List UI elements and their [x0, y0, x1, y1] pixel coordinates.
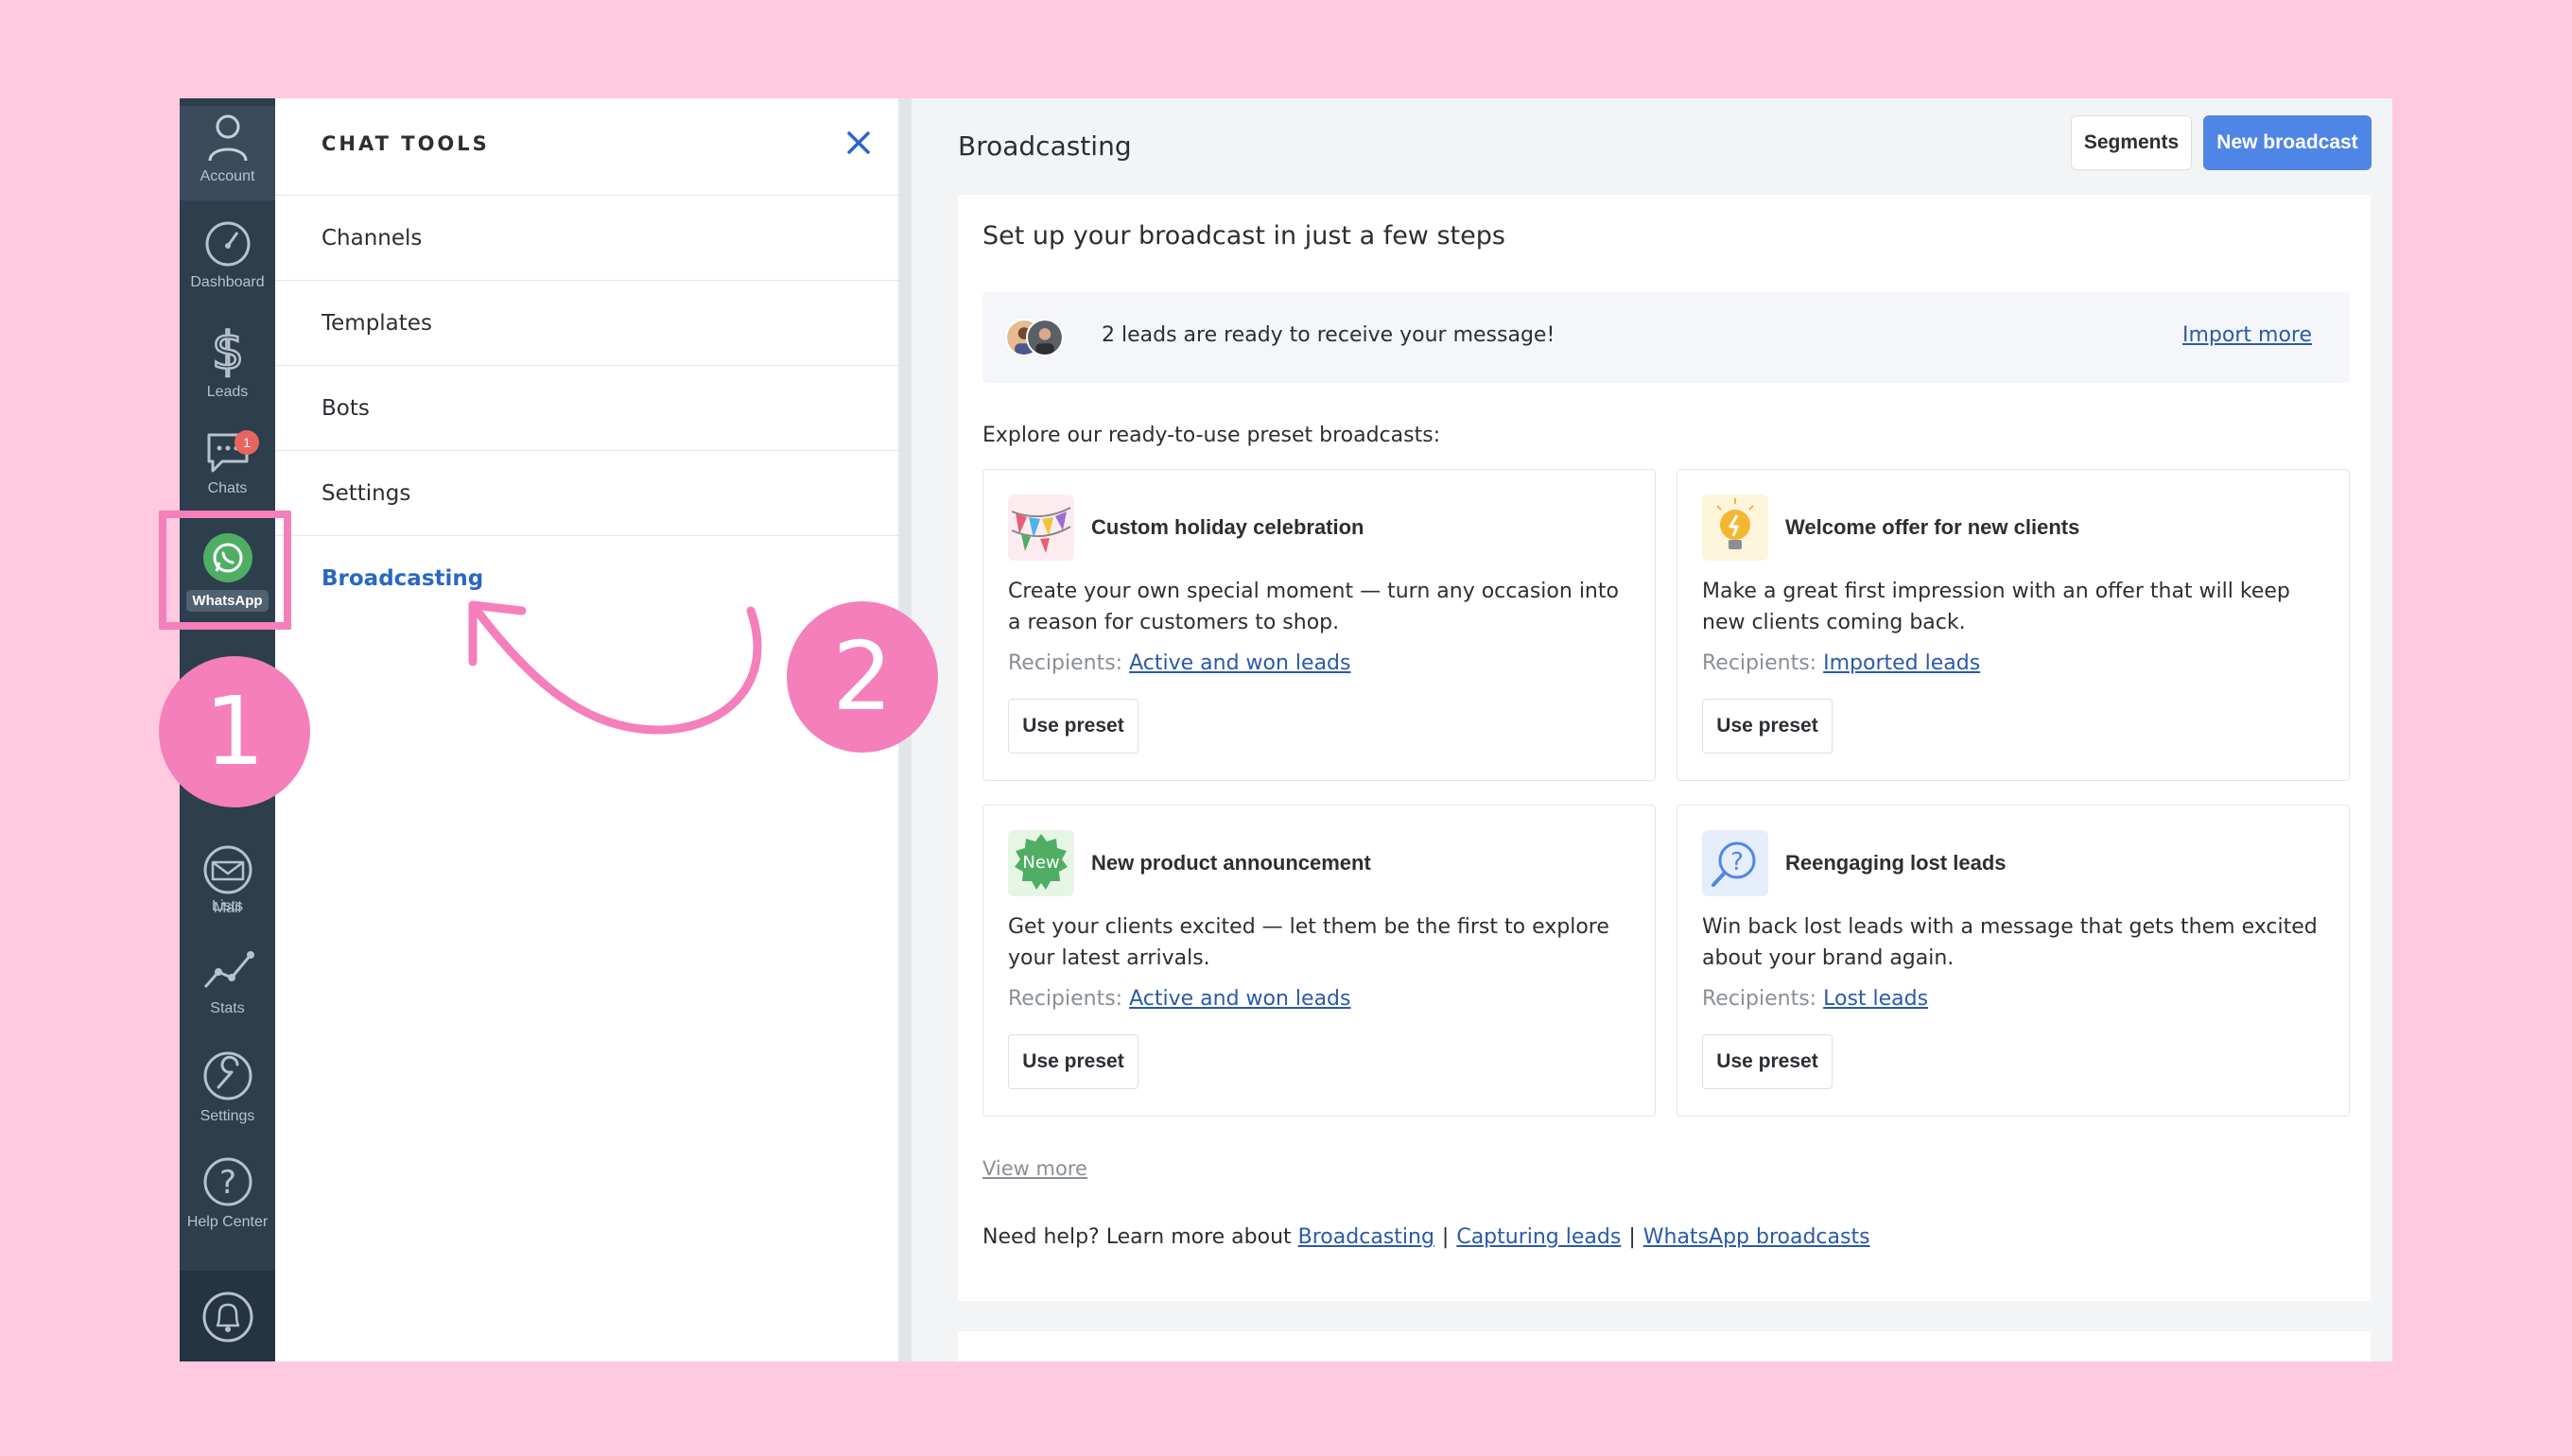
- lightbulb-icon: [1702, 494, 1768, 561]
- new-broadcast-button[interactable]: New broadcast: [2203, 115, 2372, 170]
- recipients-link[interactable]: Lost leads: [1823, 987, 1928, 1011]
- help-link-broadcasting[interactable]: Broadcasting: [1298, 1225, 1434, 1249]
- chats-unread-badge: 1: [235, 430, 259, 455]
- next-card-edge: [958, 1331, 2371, 1361]
- use-preset-button[interactable]: Use preset: [1008, 1034, 1138, 1089]
- help-prefix: Need help? Learn more about: [982, 1225, 1292, 1249]
- step-2-marker: 2: [787, 601, 938, 753]
- nav-mail-label: Mail: [213, 900, 242, 916]
- svg-text:New: New: [1022, 853, 1059, 873]
- explore-presets-text: Explore our ready-to-use preset broadcas…: [982, 424, 1441, 447]
- nav-leads[interactable]: $ Leads: [180, 321, 275, 401]
- page-title: Broadcasting: [958, 130, 1132, 162]
- preset-title: Reengaging lost leads: [1785, 851, 2007, 875]
- question-search-icon: ?: [1702, 830, 1768, 896]
- nav-help-center-label: Help Center: [186, 1214, 269, 1230]
- import-more-link[interactable]: Import more: [2182, 323, 2312, 347]
- lead-avatars: [1005, 319, 1064, 358]
- nav-account[interactable]: Account: [180, 106, 275, 200]
- whatsapp-highlight-box: [159, 511, 291, 630]
- preset-title: Welcome offer for new clients: [1785, 515, 2080, 539]
- tool-item-channels[interactable]: Channels: [275, 195, 899, 280]
- nav-dashboard[interactable]: Dashboard: [180, 219, 275, 291]
- setup-card: Set up your broadcast in just a few step…: [958, 195, 2371, 1301]
- preset-card-reengaging: ? Reengaging lost leads Win back lost le…: [1677, 805, 2350, 1117]
- nav-chats-label: Chats: [207, 480, 248, 496]
- use-preset-button[interactable]: Use preset: [1008, 699, 1138, 754]
- bunting-flags-icon: [1008, 494, 1074, 561]
- nav-stats-label: Stats: [210, 1000, 245, 1016]
- bell-icon: [202, 1291, 253, 1343]
- recipients-label: Recipients:: [1702, 651, 1817, 675]
- nav-dashboard-label: Dashboard: [190, 274, 265, 290]
- help-question-icon: ?: [203, 1157, 252, 1206]
- use-preset-button[interactable]: Use preset: [1702, 1034, 1833, 1089]
- tool-item-settings[interactable]: Settings: [275, 450, 899, 535]
- nav-leads-label: Leads: [206, 384, 249, 400]
- avatar: [1026, 319, 1064, 356]
- wrench-icon: [203, 1051, 252, 1101]
- close-icon: [847, 131, 870, 154]
- nav-settings[interactable]: Settings: [180, 1049, 275, 1125]
- help-links-row: Need help? Learn more about Broadcasting…: [982, 1225, 1870, 1249]
- leads-ready-banner: 2 leads are ready to receive your messag…: [982, 292, 2350, 383]
- help-separator: |: [1441, 1225, 1450, 1249]
- nav-chats[interactable]: 1 Chats: [180, 429, 275, 497]
- nav-account-label: Account: [200, 168, 255, 184]
- use-preset-button[interactable]: Use preset: [1702, 699, 1833, 754]
- preset-description: Win back lost leads with a message that …: [1702, 915, 2318, 970]
- preset-description: Get your clients excited — let them be t…: [1008, 915, 1609, 970]
- nav-mail[interactable]: Mail: [180, 845, 275, 917]
- segments-button[interactable]: Segments: [2071, 115, 2192, 170]
- preset-description: Create your own special moment — turn an…: [1008, 580, 1619, 634]
- nav-settings-label: Settings: [200, 1108, 255, 1124]
- svg-text:?: ?: [1730, 848, 1744, 876]
- help-link-capturing-leads[interactable]: Capturing leads: [1456, 1225, 1621, 1249]
- preset-recipients: Recipients: Active and won leads: [1008, 651, 1350, 675]
- chat-tools-title: CHAT TOOLS: [322, 132, 490, 155]
- notifications-button[interactable]: [180, 1271, 275, 1361]
- recipients-link[interactable]: Active and won leads: [1129, 651, 1350, 675]
- preset-card-new-product: New New product announcement Get your cl…: [982, 805, 1656, 1117]
- help-separator: |: [1628, 1225, 1636, 1249]
- nav-stats[interactable]: Stats: [180, 945, 275, 1017]
- setup-card-title: Set up your broadcast in just a few step…: [982, 221, 1505, 251]
- recipients-label: Recipients:: [1008, 987, 1123, 1011]
- preset-title: New product announcement: [1091, 851, 1371, 875]
- help-link-whatsapp-broadcasts[interactable]: WhatsApp broadcasts: [1643, 1225, 1870, 1249]
- preset-recipients: Recipients: Lost leads: [1702, 987, 1928, 1011]
- user-icon: [208, 114, 247, 162]
- svg-text:$: $: [211, 321, 243, 378]
- main-content: Broadcasting Segments New broadcast Set …: [912, 98, 2392, 1361]
- preset-card-welcome: Welcome offer for new clients Make a gre…: [1677, 469, 2350, 781]
- preset-recipients: Recipients: Active and won leads: [1008, 987, 1350, 1011]
- step-1-marker: 1: [159, 656, 310, 807]
- mail-icon: [203, 845, 252, 894]
- gauge-icon: [205, 221, 250, 267]
- recipients-label: Recipients:: [1702, 987, 1817, 1011]
- annotation-arrow: [468, 600, 762, 735]
- nav-help-center[interactable]: ? Help Center: [180, 1155, 275, 1231]
- preset-recipients: Recipients: Imported leads: [1702, 651, 1980, 675]
- preset-card-holiday: Custom holiday celebration Create your o…: [982, 469, 1656, 781]
- preset-title: Custom holiday celebration: [1091, 515, 1364, 539]
- recipients-label: Recipients:: [1008, 651, 1123, 675]
- recipients-link[interactable]: Active and won leads: [1129, 987, 1350, 1011]
- svg-text:?: ?: [218, 1164, 235, 1202]
- leads-ready-text: 2 leads are ready to receive your messag…: [1102, 323, 1555, 347]
- tool-item-bots[interactable]: Bots: [275, 365, 899, 450]
- dollar-icon: $: [210, 321, 245, 378]
- view-more-link[interactable]: View more: [982, 1157, 1087, 1180]
- close-panel-button[interactable]: [846, 130, 871, 159]
- tool-item-templates[interactable]: Templates: [275, 280, 899, 365]
- preset-description: Make a great first impression with an of…: [1702, 580, 2290, 634]
- new-badge-icon: New: [1008, 830, 1074, 896]
- recipients-link[interactable]: Imported leads: [1823, 651, 1980, 675]
- line-chart-icon: [203, 951, 254, 988]
